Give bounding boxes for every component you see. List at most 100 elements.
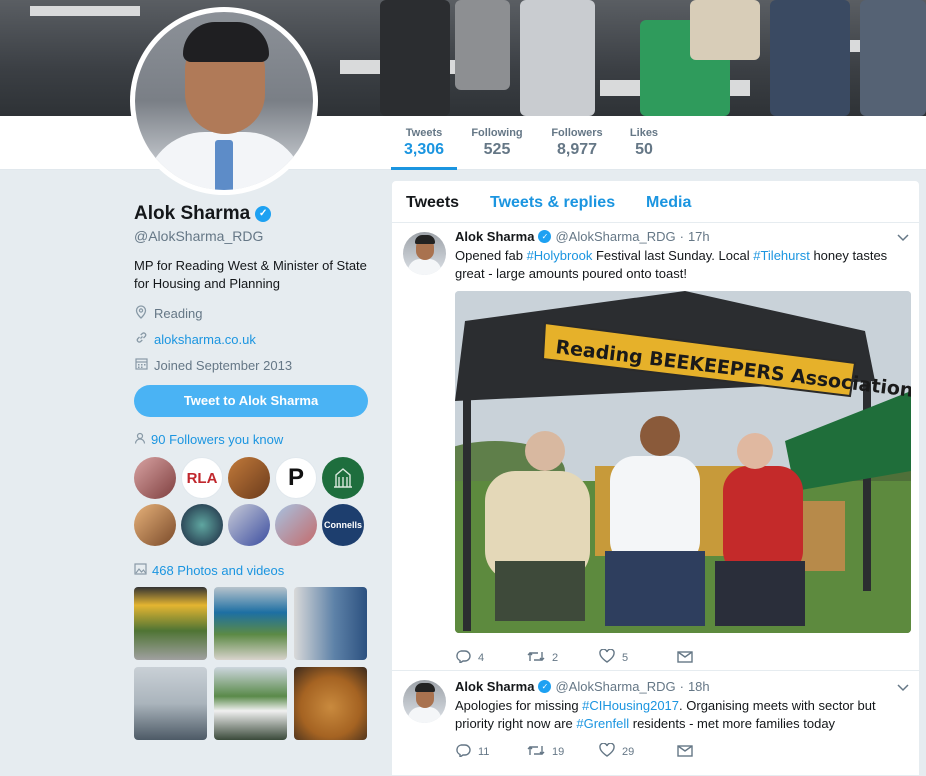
- tweet-avatar[interactable]: [403, 232, 446, 275]
- reply-count: 11: [478, 745, 490, 758]
- chevron-down-icon[interactable]: [897, 231, 909, 245]
- media-thumbnail[interactable]: [294, 587, 367, 660]
- media-thumbnail[interactable]: [214, 587, 287, 660]
- profile-bio: MP for Reading West & Minister of State …: [134, 258, 367, 291]
- reply-icon: [455, 649, 471, 666]
- tweet-text-part: Apologies for missing: [455, 698, 583, 713]
- verified-icon: ✓: [538, 680, 552, 693]
- follower-avatar-label: Connells: [323, 520, 362, 530]
- people-icon: [134, 432, 146, 447]
- hashtag-link[interactable]: #Holybrook: [527, 248, 593, 263]
- follower-avatar[interactable]: [275, 504, 317, 546]
- follower-avatar[interactable]: [181, 504, 223, 546]
- hashtag-link[interactable]: #Tilehurst: [753, 248, 810, 263]
- profile-name[interactable]: Alok Sharma ✓: [134, 203, 374, 225]
- profile-location: Reading: [134, 304, 374, 321]
- like-button[interactable]: 5: [599, 648, 677, 666]
- profile-name-text: Alok Sharma: [134, 203, 251, 224]
- timeline: Tweets Tweets & replies Media Alok Sharm…: [391, 180, 920, 776]
- reply-button[interactable]: 4: [455, 649, 527, 666]
- follower-avatar[interactable]: [322, 457, 364, 499]
- media-thumbnail[interactable]: [214, 667, 287, 740]
- followers-you-know-link[interactable]: 90 Followers you know: [134, 432, 283, 447]
- profile-card: Alok Sharma ✓ @AlokSharma_RDG MP for Rea…: [134, 203, 374, 373]
- follower-avatar[interactable]: [228, 504, 270, 546]
- stat-label: Likes: [629, 127, 659, 139]
- stat-value: 50: [635, 141, 653, 158]
- tweet-author-name[interactable]: Alok Sharma: [455, 679, 534, 694]
- tweet-author-handle[interactable]: @AlokSharma_RDG: [555, 229, 675, 244]
- stat-followers[interactable]: Followers 8,977: [546, 116, 608, 170]
- tweet-avatar[interactable]: [403, 680, 446, 723]
- tweet-timestamp[interactable]: 18h: [688, 679, 710, 694]
- follower-avatar[interactable]: Connells: [322, 504, 364, 546]
- reply-count: 4: [478, 651, 485, 664]
- tweet-author-handle[interactable]: @AlokSharma_RDG: [555, 679, 675, 694]
- profile-joined: Joined September 2013: [134, 357, 374, 373]
- website-link[interactable]: aloksharma.co.uk: [154, 332, 256, 347]
- photos-videos-link[interactable]: 468 Photos and videos: [134, 563, 284, 578]
- tweet-header: Alok Sharma ✓ @AlokSharma_RDG · 18h: [455, 679, 710, 694]
- tweet-timestamp[interactable]: 17h: [688, 229, 710, 244]
- profile-website: aloksharma.co.uk: [134, 331, 374, 347]
- follower-avatar[interactable]: RLA: [181, 457, 223, 499]
- message-button[interactable]: [677, 649, 693, 666]
- tab-media[interactable]: Media: [646, 194, 691, 212]
- stat-label: Followers: [551, 127, 603, 139]
- stat-tweets[interactable]: Tweets 3,306: [391, 116, 457, 170]
- heart-icon: [599, 742, 615, 760]
- photos-videos-text: 468 Photos and videos: [152, 563, 285, 578]
- verified-icon: ✓: [538, 230, 552, 243]
- follower-avatar-label: P: [287, 464, 304, 491]
- reply-button[interactable]: 11: [455, 743, 527, 760]
- calendar-icon: [134, 357, 148, 373]
- message-button[interactable]: [677, 743, 693, 760]
- hashtag-link[interactable]: #Grenfell: [576, 716, 629, 731]
- media-thumbnail[interactable]: [134, 667, 207, 740]
- tweet-text-part: Opened fab: [455, 248, 527, 263]
- follower-avatar[interactable]: [134, 504, 176, 546]
- timeline-tabs: Tweets Tweets & replies Media: [392, 181, 919, 223]
- stat-label: Following: [471, 127, 523, 139]
- tweet[interactable]: Alok Sharma ✓ @AlokSharma_RDG · 17h Open…: [392, 223, 919, 671]
- media-thumbnail[interactable]: [294, 667, 367, 740]
- profile-handle[interactable]: @AlokSharma_RDG: [134, 228, 374, 244]
- tweet-text-part: residents - met more families today: [629, 716, 836, 731]
- message-icon: [677, 744, 693, 760]
- followers-you-know-text: 90 Followers you know: [151, 432, 284, 447]
- retweet-count: 2: [552, 651, 559, 664]
- follower-avatar[interactable]: [228, 457, 270, 499]
- like-count: 5: [622, 651, 629, 664]
- retweet-button[interactable]: 2: [527, 649, 599, 666]
- retweet-button[interactable]: 19: [527, 743, 599, 760]
- stat-value: 8,977: [556, 141, 598, 158]
- tweet-text-part: Festival last Sunday. Local: [592, 248, 754, 263]
- profile-avatar[interactable]: [130, 7, 318, 195]
- retweet-icon: [527, 744, 545, 760]
- tweet-actions: 11 19 29: [455, 742, 693, 760]
- hashtag-link[interactable]: #CIHousing2017: [582, 698, 679, 713]
- stat-label: Tweets: [405, 127, 443, 139]
- retweet-count: 19: [552, 745, 565, 758]
- location-text: Reading: [154, 305, 203, 321]
- stat-following[interactable]: Following 525: [467, 116, 527, 170]
- tab-tweets-replies[interactable]: Tweets & replies: [490, 194, 615, 212]
- joined-text: Joined September 2013: [154, 357, 293, 373]
- like-button[interactable]: 29: [599, 742, 677, 760]
- tab-tweets[interactable]: Tweets: [406, 194, 459, 212]
- media-thumbnail[interactable]: [134, 587, 207, 660]
- image-icon: [134, 563, 147, 578]
- stat-value: 3,306: [403, 141, 445, 158]
- reply-icon: [455, 743, 471, 760]
- like-count: 29: [622, 745, 635, 758]
- tweet-author-name[interactable]: Alok Sharma: [455, 229, 534, 244]
- tweet-header: Alok Sharma ✓ @AlokSharma_RDG · 17h: [455, 229, 710, 244]
- follower-avatar[interactable]: [134, 457, 176, 499]
- tweet-to-button[interactable]: Tweet to Alok Sharma: [134, 385, 368, 417]
- chevron-down-icon[interactable]: [897, 681, 909, 695]
- stat-likes[interactable]: Likes 50: [625, 116, 663, 170]
- follower-avatar[interactable]: P: [275, 457, 317, 499]
- tweet-photo[interactable]: Reading BEEKEEPERS Association: [455, 291, 911, 633]
- tweet[interactable]: Alok Sharma ✓ @AlokSharma_RDG · 18h Apol…: [392, 671, 919, 775]
- message-icon: [677, 650, 693, 666]
